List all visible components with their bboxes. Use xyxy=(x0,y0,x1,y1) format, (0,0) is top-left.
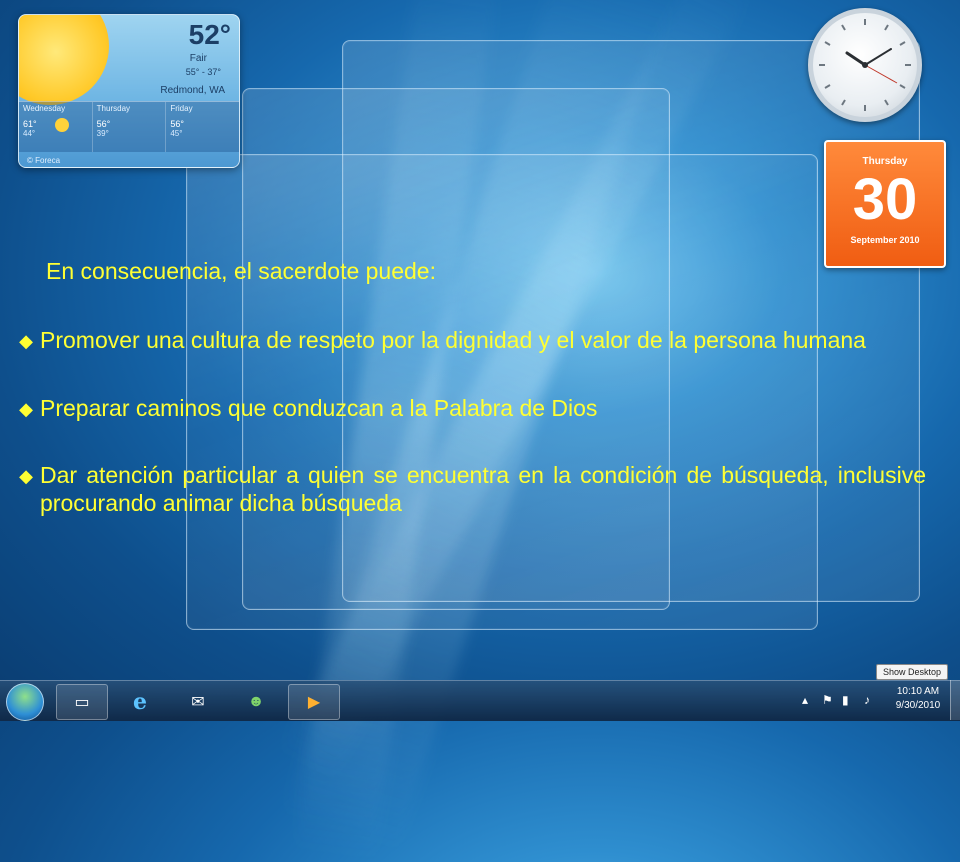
weather-temperature: 52° xyxy=(188,19,231,50)
taskbar: ▭ e ✉ ☻ ▶ ▴ ⚑ ▮ ♪ 10:10 AM 9/30/2010 xyxy=(0,680,960,721)
mail-icon: ✉ xyxy=(191,694,205,711)
system-date: 9/30/2010 xyxy=(895,700,941,711)
show-desktop-button[interactable] xyxy=(950,680,960,720)
slide-lead: En consecuencia, el sacerdote puede: xyxy=(46,258,436,284)
sun-icon xyxy=(55,118,69,132)
show-desktop-tooltip: Show Desktop xyxy=(876,664,949,680)
messenger-button[interactable]: ☻ xyxy=(230,684,282,720)
forecast-high: 56° xyxy=(170,119,184,129)
forecast-day-name: Thursday xyxy=(96,104,131,113)
start-button[interactable] xyxy=(6,683,44,721)
media-player-button[interactable]: ▶ xyxy=(288,684,340,720)
bullet-item: ◆ Dar atención particular a quien se enc… xyxy=(19,462,926,517)
play-icon: ▶ xyxy=(307,694,321,711)
diamond-bullet-icon: ◆ xyxy=(19,331,33,351)
forecast-day-name: Wednesday xyxy=(23,104,66,113)
slide-content: En consecuencia, el sacerdote puede: ◆ P… xyxy=(19,258,926,557)
show-hidden-icons-icon[interactable]: ▴ xyxy=(802,693,808,707)
calendar-day: 30 xyxy=(852,167,918,232)
forecast-day-name: Friday xyxy=(170,104,193,113)
diamond-bullet-icon: ◆ xyxy=(19,466,33,487)
volume-icon[interactable]: ♪ xyxy=(864,693,870,707)
file-explorer-button[interactable]: ▭ xyxy=(56,684,108,720)
weather-range: 55° - 37° xyxy=(185,67,221,77)
internet-explorer-button[interactable]: e xyxy=(114,684,166,720)
network-icon[interactable]: ▮ xyxy=(842,693,849,707)
bullet-text: Dar atención particular a quien se encue… xyxy=(40,462,926,516)
calendar-weekday: Thursday xyxy=(862,156,908,167)
weather-condition: Fair xyxy=(189,53,207,64)
forecast-day: Wednesday 61° 44° xyxy=(19,102,93,152)
forecast-day: Friday 56° 45° xyxy=(166,102,239,152)
mail-button[interactable]: ✉ xyxy=(172,684,224,720)
bullet-item: ◆ Promover una cultura de respeto por la… xyxy=(19,327,926,355)
internet-explorer-icon: e xyxy=(133,689,147,715)
forecast-low: 45° xyxy=(170,129,183,138)
weather-city: Redmond, WA xyxy=(160,85,225,96)
calendar-gadget[interactable]: Thursday 30 September 2010 xyxy=(824,140,946,268)
forecast-high: 56° xyxy=(96,119,111,129)
weather-source: © Foreca xyxy=(27,156,61,165)
system-clock[interactable]: 10:10 AM 9/30/2010 xyxy=(888,685,948,713)
weather-gadget[interactable]: 52° Fair 55° - 37° Redmond, WA Wednesday… xyxy=(18,14,240,168)
action-center-icon[interactable]: ⚑ xyxy=(822,693,833,707)
bullet-text: Promover una cultura de respeto por la d… xyxy=(40,327,866,353)
forecast-day: Thursday 56° 39° xyxy=(93,102,167,152)
bullet-item: ◆ Preparar caminos que conduzcan a la Pa… xyxy=(19,395,926,423)
system-time: 10:10 AM xyxy=(896,686,940,697)
forecast-low: 44° xyxy=(23,129,36,138)
diamond-bullet-icon: ◆ xyxy=(19,398,33,419)
sun-icon xyxy=(19,15,109,105)
weather-forecast: Wednesday 61° 44° Thursday 56° 39° Frida… xyxy=(19,101,239,152)
clock-gadget[interactable] xyxy=(808,8,922,122)
calendar-month-year: September 2010 xyxy=(850,235,920,245)
forecast-low: 39° xyxy=(96,129,109,138)
bullet-text: Preparar caminos que conduzcan a la Pala… xyxy=(40,394,598,421)
clock-face-icon xyxy=(819,19,911,111)
folder-icon: ▭ xyxy=(74,694,90,711)
people-icon: ☻ xyxy=(247,693,265,710)
